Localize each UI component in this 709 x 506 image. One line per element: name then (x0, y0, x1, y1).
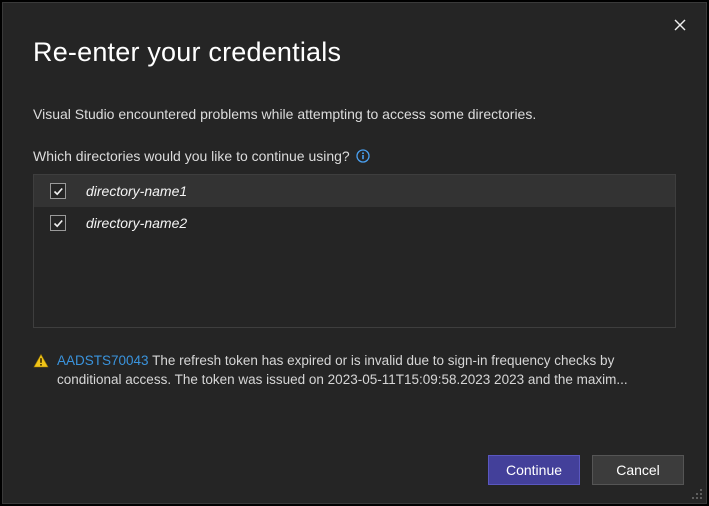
directory-name: directory-name2 (86, 215, 187, 231)
close-button[interactable] (668, 13, 692, 37)
checkbox[interactable] (50, 215, 66, 231)
directory-list[interactable]: directory-name1 directory-name2 (33, 174, 676, 328)
error-code: AADSTS70043 (57, 353, 149, 368)
dialog-subtitle: Visual Studio encountered problems while… (33, 106, 676, 122)
list-item[interactable]: directory-name1 (34, 175, 675, 207)
error-msg-2: and the maxim... (524, 372, 628, 387)
error-text: AADSTS70043 The refresh token has expire… (57, 352, 674, 390)
check-icon (53, 186, 64, 197)
cancel-button[interactable]: Cancel (592, 455, 684, 485)
close-icon (674, 19, 686, 31)
continue-button[interactable]: Continue (488, 455, 580, 485)
list-item[interactable]: directory-name2 (34, 207, 675, 239)
checkbox[interactable] (50, 183, 66, 199)
warning-icon (33, 353, 49, 390)
error-issued: 2023-05-11T15:09:58.2023 2023 (328, 372, 524, 387)
directory-name: directory-name1 (86, 183, 187, 199)
check-icon (53, 218, 64, 229)
dialog-footer: Continue Cancel (3, 439, 706, 503)
question-text: Which directories would you like to cont… (33, 148, 350, 164)
credentials-dialog: Re-enter your credentials Visual Studio … (2, 2, 707, 504)
error-message: AADSTS70043 The refresh token has expire… (33, 352, 676, 390)
dialog-title: Re-enter your credentials (33, 37, 676, 68)
resize-grip[interactable] (689, 486, 703, 500)
question-row: Which directories would you like to cont… (33, 148, 676, 164)
info-icon[interactable] (356, 149, 370, 163)
